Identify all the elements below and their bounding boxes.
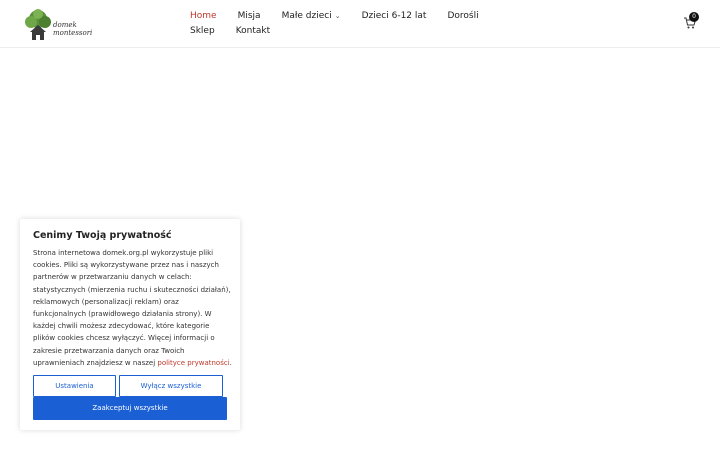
- cookie-title: Cenimy Twoją prywatność: [33, 230, 172, 241]
- nav-item-dzieci-6-12[interactable]: Dzieci 6-12 lat: [362, 9, 427, 24]
- nav-item-sklep[interactable]: Sklep: [190, 24, 215, 39]
- nav-item-label: Małe dzieci: [281, 11, 332, 21]
- site-header: domek montessori Home Misja Małe dzieci ⌄…: [0, 0, 720, 48]
- reject-all-button[interactable]: Wyłącz wszystkie: [119, 375, 223, 397]
- cookie-body-text: Strona internetowa domek.org.pl wykorzys…: [33, 249, 231, 367]
- nav-item-male-dzieci[interactable]: Małe dzieci ⌄: [282, 9, 341, 24]
- chevron-down-icon: ⌄: [334, 12, 341, 20]
- privacy-policy-link[interactable]: polityce prywatności: [157, 359, 229, 367]
- nav-item-kontakt[interactable]: Kontakt: [236, 24, 270, 39]
- main-nav: Home Misja Małe dzieci ⌄ Dzieci 6-12 lat …: [190, 9, 520, 39]
- nav-item-misja[interactable]: Misja: [238, 9, 261, 24]
- cookie-consent-dialog: Cenimy Twoją prywatność Strona interneto…: [20, 219, 240, 430]
- cookie-body-end: .: [229, 358, 232, 367]
- nav-item-home[interactable]: Home: [190, 9, 217, 24]
- logo-text: domek montessori: [53, 21, 93, 37]
- cookie-settings-button[interactable]: Ustawienia: [33, 375, 116, 397]
- cookie-body: Strona internetowa domek.org.pl wykorzys…: [33, 247, 233, 369]
- logo[interactable]: domek montessori: [20, 8, 93, 42]
- nav-item-dorosli[interactable]: Dorośli: [447, 9, 478, 24]
- cart-count-badge: 0: [689, 12, 699, 22]
- accept-all-button[interactable]: Zaakceptuj wszystkie: [33, 397, 227, 420]
